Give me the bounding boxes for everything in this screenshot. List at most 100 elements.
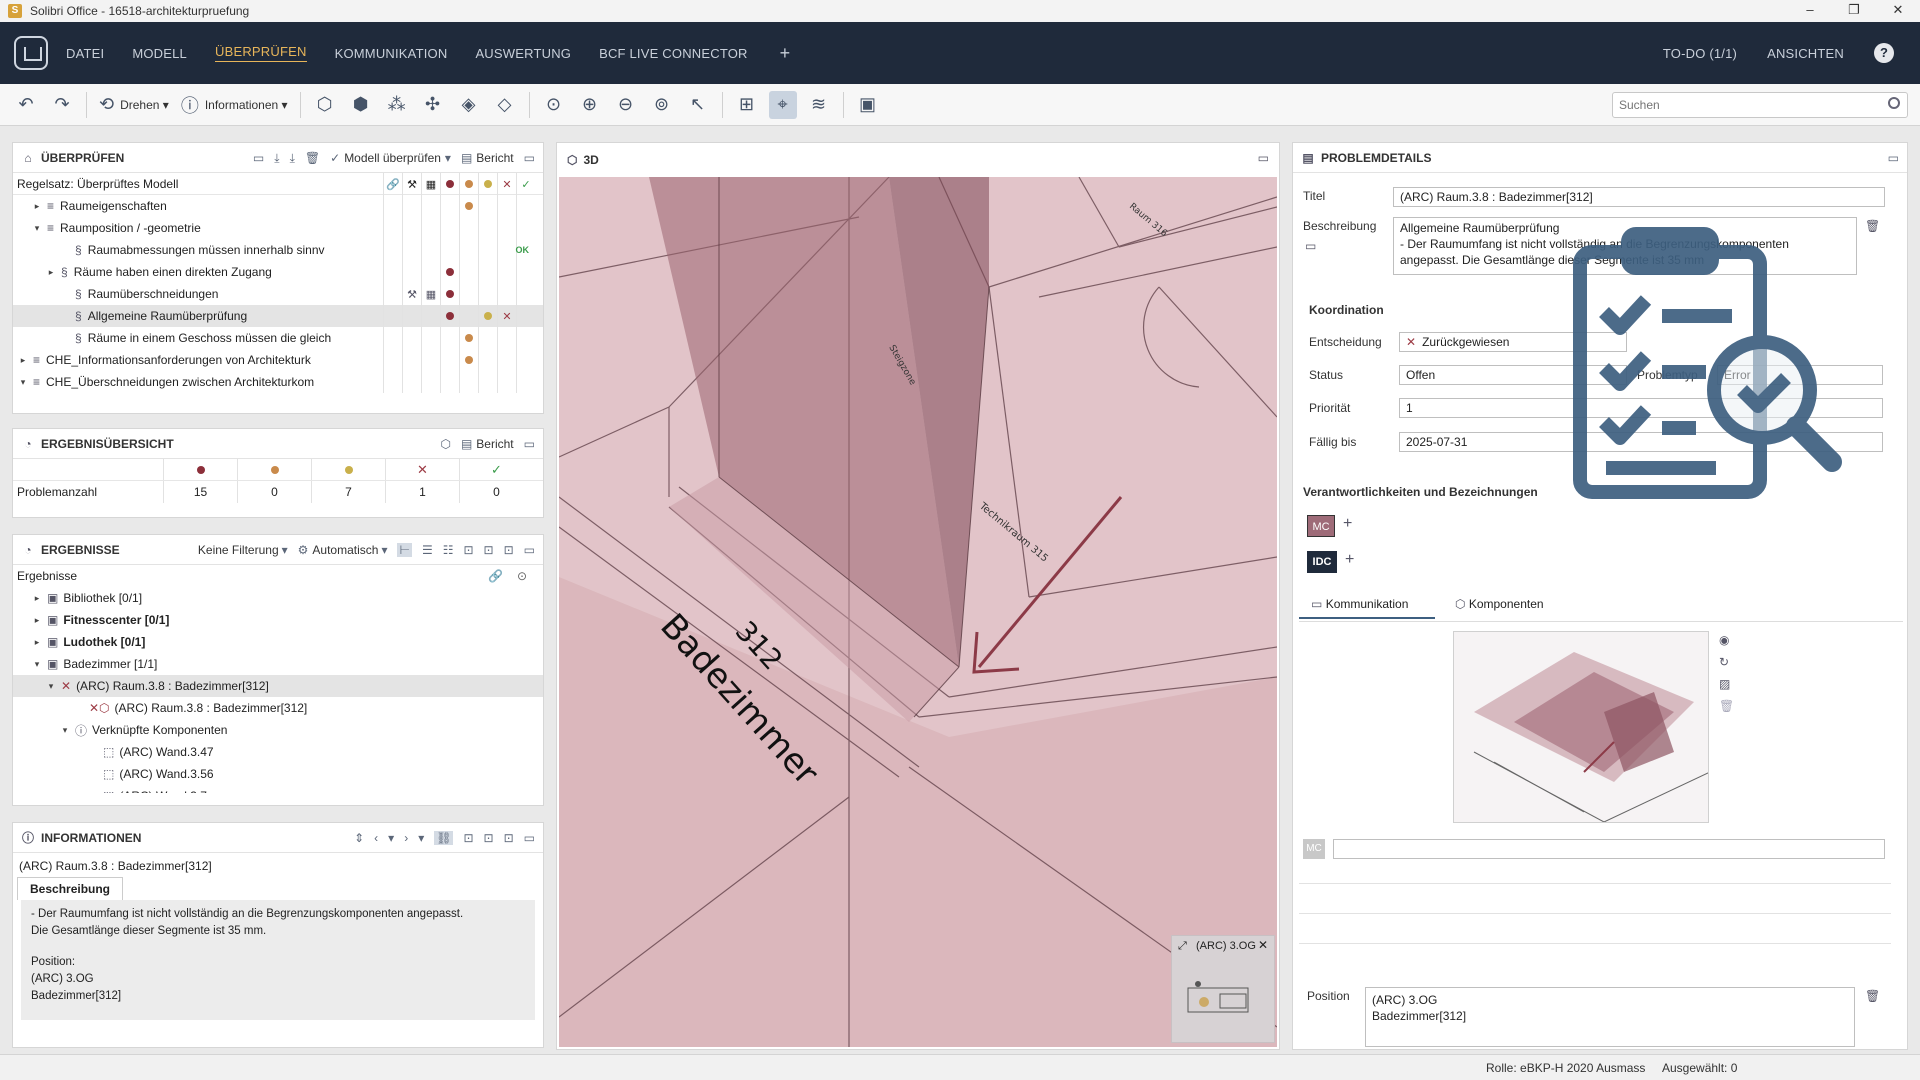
rule-row[interactable]: ▸ ≡ CHE_Informationsanforderungen von Arch… xyxy=(13,349,543,371)
result-row[interactable]: ⬚ (ARC) Wand.3.7 xyxy=(13,785,543,793)
list-view-icon[interactable]: ☰ xyxy=(422,543,433,557)
close-button[interactable]: ✕ xyxy=(1876,0,1920,22)
group-view-icon[interactable]: ☷ xyxy=(443,543,454,557)
panel-menu-icon[interactable]: ▭ xyxy=(524,437,535,451)
expand-arrow-icon[interactable]: ▾ xyxy=(59,725,71,736)
search-input[interactable] xyxy=(1612,92,1908,118)
model-scene[interactable]: Technikraum 315 Steigzone Raum 316 Badez… xyxy=(559,177,1277,1047)
isolate-icon[interactable]: ✣ xyxy=(419,91,447,119)
expand-arrow-icon[interactable]: ▸ xyxy=(31,615,43,626)
zoom-fit-icon[interactable]: ⊙ xyxy=(540,91,568,119)
expand-arrow-icon[interactable]: ▾ xyxy=(31,223,43,234)
check-model-button[interactable]: Modell überprüfen xyxy=(344,151,441,165)
rule-row[interactable]: § Raumabmessungen müssen innerhalb sinnv O… xyxy=(13,239,543,261)
trash-icon[interactable]: 🗑 xyxy=(1865,989,1880,1003)
result-row[interactable]: ▸ ▣ Ludothek [0/1] xyxy=(13,631,543,653)
camera-icon[interactable]: ◉ xyxy=(1719,633,1729,647)
zoom-selection-icon[interactable]: ⊚ xyxy=(648,91,676,119)
rule-row[interactable]: § Raumüberschneidungen ⚒ ▦ xyxy=(13,283,543,305)
wrench-icon[interactable]: ⚒ xyxy=(402,173,421,195)
image-icon[interactable]: ▨ xyxy=(1719,677,1730,691)
result-row[interactable]: ▾ ✕ (ARC) Raum.3.8 : Badezimmer[312] xyxy=(13,675,543,697)
result-row[interactable]: ▸ ▣ Bibliothek [0/1] xyxy=(13,587,543,609)
box-view-icon[interactable]: ◈ xyxy=(455,91,483,119)
expand-arrow-icon[interactable]: ▸ xyxy=(31,637,43,648)
badge-idc[interactable]: IDC xyxy=(1307,551,1337,573)
expand-icon[interactable]: ⤢ xyxy=(1178,940,1187,953)
grid-icon[interactable]: ▦ xyxy=(421,173,440,195)
auto-dropdown[interactable]: Automatisch xyxy=(312,543,378,557)
expand-arrow-icon[interactable]: ▸ xyxy=(31,201,43,212)
comment-icon[interactable]: ▭ xyxy=(1305,239,1316,253)
link-icon[interactable]: 🔗 xyxy=(488,569,503,583)
rotate-dropdown[interactable]: ⟲ Drehen ▾ xyxy=(99,94,169,115)
panel-menu-icon[interactable]: ▭ xyxy=(524,831,535,845)
result-row[interactable]: ⬚ (ARC) Wand.3.56 xyxy=(13,763,543,785)
menu-ueberpruefen[interactable]: ÜBERPRÜFEN xyxy=(215,44,307,62)
redo-icon[interactable]: ↷ xyxy=(48,91,76,119)
expand-arrow-icon[interactable]: ▸ xyxy=(45,267,57,278)
section-plane-icon[interactable]: ⊞ xyxy=(733,91,761,119)
help-icon[interactable]: ? xyxy=(1874,43,1894,63)
sort-icon[interactable]: ⇕ xyxy=(354,831,364,845)
download-icon[interactable]: ⤓ xyxy=(274,151,279,166)
lock-icon[interactable]: ⊡ xyxy=(484,831,494,845)
result-row[interactable]: ▾ ⓘ Verknüpfte Komponenten xyxy=(13,719,543,741)
menu-modell[interactable]: MODELL xyxy=(132,46,187,61)
report-icon[interactable]: ▤ xyxy=(461,151,472,165)
comment-input[interactable] xyxy=(1333,839,1885,859)
add-mc-button[interactable]: + xyxy=(1343,515,1352,533)
cube-icon[interactable]: ⬡ xyxy=(440,437,450,451)
minimize-button[interactable]: – xyxy=(1788,0,1832,22)
next-icon[interactable]: › xyxy=(404,831,408,845)
result-row[interactable]: ▸ ▣ Fitnesscenter [0/1] xyxy=(13,609,543,631)
trash-icon[interactable]: 🗑 xyxy=(1865,219,1880,233)
select-components-icon[interactable]: ⬡ xyxy=(311,91,339,119)
chevron-down-icon[interactable]: ▾ xyxy=(388,831,394,845)
menu-ansichten[interactable]: ANSICHTEN xyxy=(1767,46,1844,61)
expand-arrow-icon[interactable]: ▾ xyxy=(45,681,57,692)
auto-icon[interactable]: ⚙ xyxy=(298,543,309,557)
expand-arrow-icon[interactable]: ▸ xyxy=(31,593,43,604)
lock-icon[interactable]: ⊡ xyxy=(463,543,473,557)
menu-auswertung[interactable]: AUSWERTUNG xyxy=(475,46,571,61)
panel-menu-icon[interactable]: ▭ xyxy=(524,543,535,557)
menu-todo[interactable]: TO-DO (1/1) xyxy=(1663,46,1737,61)
search-icon[interactable] xyxy=(1888,97,1900,109)
panel-menu-icon[interactable]: ▭ xyxy=(1888,151,1899,165)
layers-icon[interactable]: ≋ xyxy=(805,91,833,119)
lock-icon[interactable]: ⊡ xyxy=(484,543,494,557)
filter-components-icon[interactable]: ⁂ xyxy=(383,91,411,119)
close-icon[interactable]: ✕ xyxy=(1258,938,1268,952)
issue-snapshot[interactable] xyxy=(1453,631,1709,823)
result-row[interactable]: ✕⬡ (ARC) Raum.3.8 : Badezimmer[312] xyxy=(13,697,543,719)
link-icon[interactable]: ⛓ xyxy=(434,831,454,845)
maximize-button[interactable]: ❐ xyxy=(1832,0,1876,22)
export-icon[interactable]: ⤓ xyxy=(290,151,295,166)
count-moderate[interactable]: 0 xyxy=(237,481,311,503)
chevron-down-icon[interactable]: ▾ xyxy=(445,151,451,165)
rule-row[interactable]: ▸ § Räume haben einen direkten Zugang xyxy=(13,261,543,283)
expand-arrow-icon[interactable]: ▸ xyxy=(17,355,29,366)
count-critical[interactable]: 15 xyxy=(163,481,237,503)
view-3d-icon[interactable]: ▣ xyxy=(854,91,882,119)
count-low[interactable]: 7 xyxy=(311,481,385,503)
add-idc-button[interactable]: + xyxy=(1345,551,1354,569)
link-icon[interactable]: 🔗 xyxy=(383,173,402,195)
expand-arrow-icon[interactable]: ▾ xyxy=(31,659,43,670)
badge-mc[interactable]: MC xyxy=(1307,515,1335,537)
prev-icon[interactable]: ‹ xyxy=(374,831,378,845)
home-icon[interactable] xyxy=(14,36,48,70)
rule-row[interactable]: ▾ ≡ CHE_Überschneidungen zwischen Architek… xyxy=(13,371,543,393)
report-icon[interactable]: ▤ xyxy=(461,437,472,451)
folder-icon[interactable]: ▭ xyxy=(253,151,264,165)
hide-components-icon[interactable]: ⬢ xyxy=(347,91,375,119)
refresh-icon[interactable]: ↻ xyxy=(1719,655,1729,669)
result-row[interactable]: ⬚ (ARC) Wand.3.47 xyxy=(13,741,543,763)
zoom-out-icon[interactable]: ⊖ xyxy=(612,91,640,119)
focus-icon[interactable]: ⊙ xyxy=(517,569,527,583)
title-field[interactable]: (ARC) Raum.3.8 : Badezimmer[312] xyxy=(1393,187,1885,207)
location-marker-icon[interactable]: ⌖ xyxy=(768,90,797,119)
position-field[interactable]: (ARC) 3.OG Badezimmer[312] xyxy=(1365,987,1855,1047)
zoom-in-icon[interactable]: ⊕ xyxy=(576,91,604,119)
